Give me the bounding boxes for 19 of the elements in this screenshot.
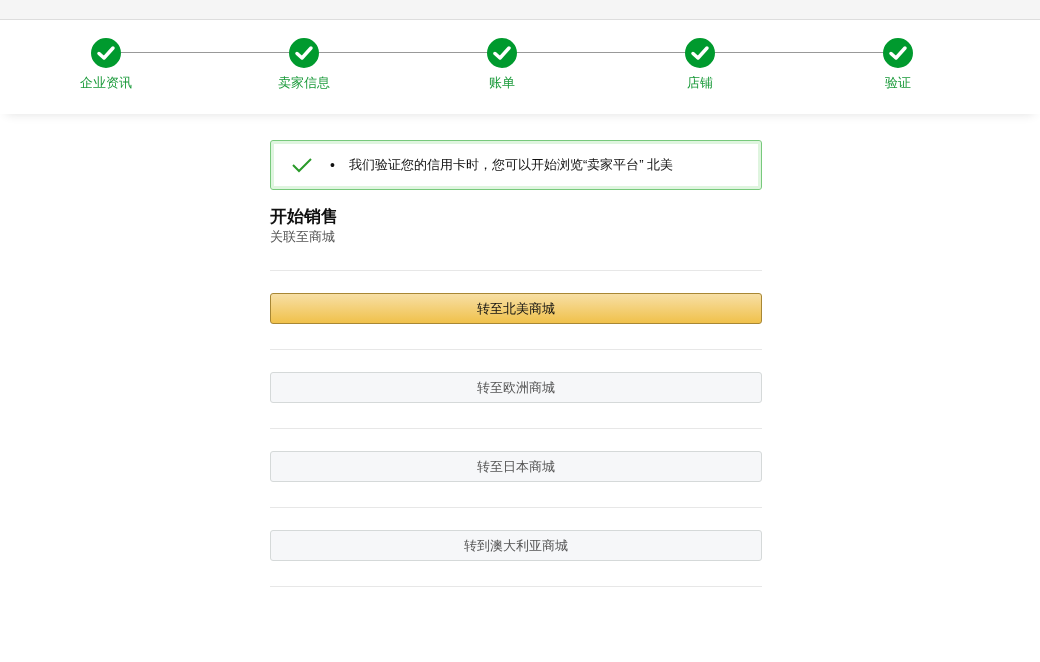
check-icon: [883, 38, 913, 68]
section-subheading: 关联至商城: [270, 228, 336, 246]
step-label: 账单: [489, 74, 515, 92]
check-icon: [487, 38, 517, 68]
alert-message: 我们验证您的信用卡时，您可以开始浏览“卖家平台” 北美: [348, 156, 674, 175]
marketplace-button[interactable]: 转至北美商城: [270, 293, 762, 324]
bullet: •: [330, 155, 335, 175]
marketplace-button[interactable]: 转到澳大利亚商城: [270, 530, 762, 561]
step-label: 企业资讯: [80, 74, 132, 92]
step-label: 店铺: [687, 74, 713, 92]
marketplace-button[interactable]: 转至日本商城: [270, 451, 762, 482]
check-icon: [685, 38, 715, 68]
checkmark-icon: [291, 157, 313, 173]
marketplace-button[interactable]: 转至欧洲商城: [270, 372, 762, 403]
step-label: 验证: [885, 74, 911, 92]
step-label: 卖家信息: [278, 74, 330, 92]
section-heading: 开始销售: [270, 206, 339, 228]
check-icon: [91, 38, 121, 68]
check-icon: [289, 38, 319, 68]
